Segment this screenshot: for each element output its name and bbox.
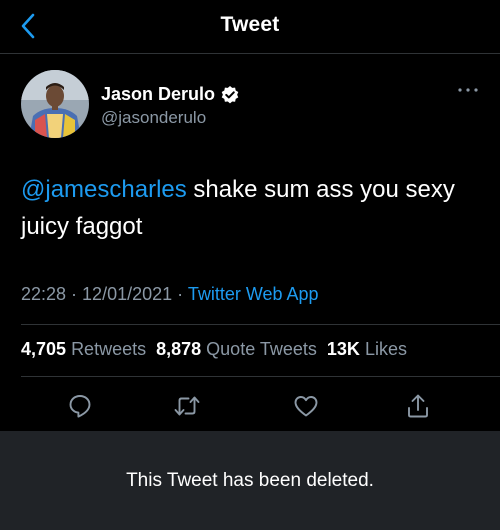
page-title: Tweet [220,13,280,36]
reply-button[interactable] [62,388,98,424]
engagement-stats: 4,705 Retweets 8,878 Quote Tweets 13K Li… [21,339,407,360]
share-icon [408,394,428,418]
like-button[interactable] [288,388,324,424]
likes-stat[interactable]: 13K Likes [327,339,407,360]
likes-count: 13K [326,339,360,359]
deleted-tweet-banner: This Tweet has been deleted. [0,431,500,530]
action-bar [0,388,500,424]
retweet-button[interactable] [169,388,205,424]
heart-icon [294,396,318,417]
tweet-source[interactable]: Twitter Web App [188,284,319,304]
deleted-tweet-message: This Tweet has been deleted. [126,469,374,491]
mention-link[interactable]: @jamescharles [21,176,187,203]
display-name[interactable]: Jason Derulo [101,84,240,105]
more-options-button[interactable] [455,82,481,98]
meta-separator: · [172,284,188,304]
quote-tweets-count: 8,878 [156,339,202,359]
profile-photo [21,70,89,138]
verified-badge-icon [221,85,239,103]
top-bar: Tweet [0,0,500,54]
avatar[interactable] [21,70,89,138]
user-handle[interactable]: @jasonderulo [101,108,240,128]
tweet-metadata: 22:28 · 12/01/2021 · Twitter Web App [21,284,319,305]
tweet-time[interactable]: 22:28 [21,284,66,304]
tweet-text: @jamescharles shake sum ass you sexy jui… [21,171,481,245]
quote-tweets-stat[interactable]: 8,878 Quote Tweets [156,339,317,360]
retweets-count: 4,705 [21,339,67,359]
quote-tweets-label: Quote Tweets [206,339,317,359]
divider [21,324,500,325]
retweets-label: Retweets [71,339,147,359]
divider [21,376,500,377]
display-name-text: Jason Derulo [101,84,216,104]
meta-separator: · [66,284,83,304]
ellipsis-icon [458,88,478,92]
share-button[interactable] [400,388,436,424]
reply-icon [69,395,91,418]
tweet-date[interactable]: 12/01/2021 [82,284,172,304]
tweet-author: Jason Derulo @jasonderulo [21,70,481,140]
name-block: Jason Derulo @jasonderulo [101,84,240,128]
retweet-icon [174,396,200,416]
retweets-stat[interactable]: 4,705 Retweets [21,339,146,360]
likes-label: Likes [364,339,407,359]
